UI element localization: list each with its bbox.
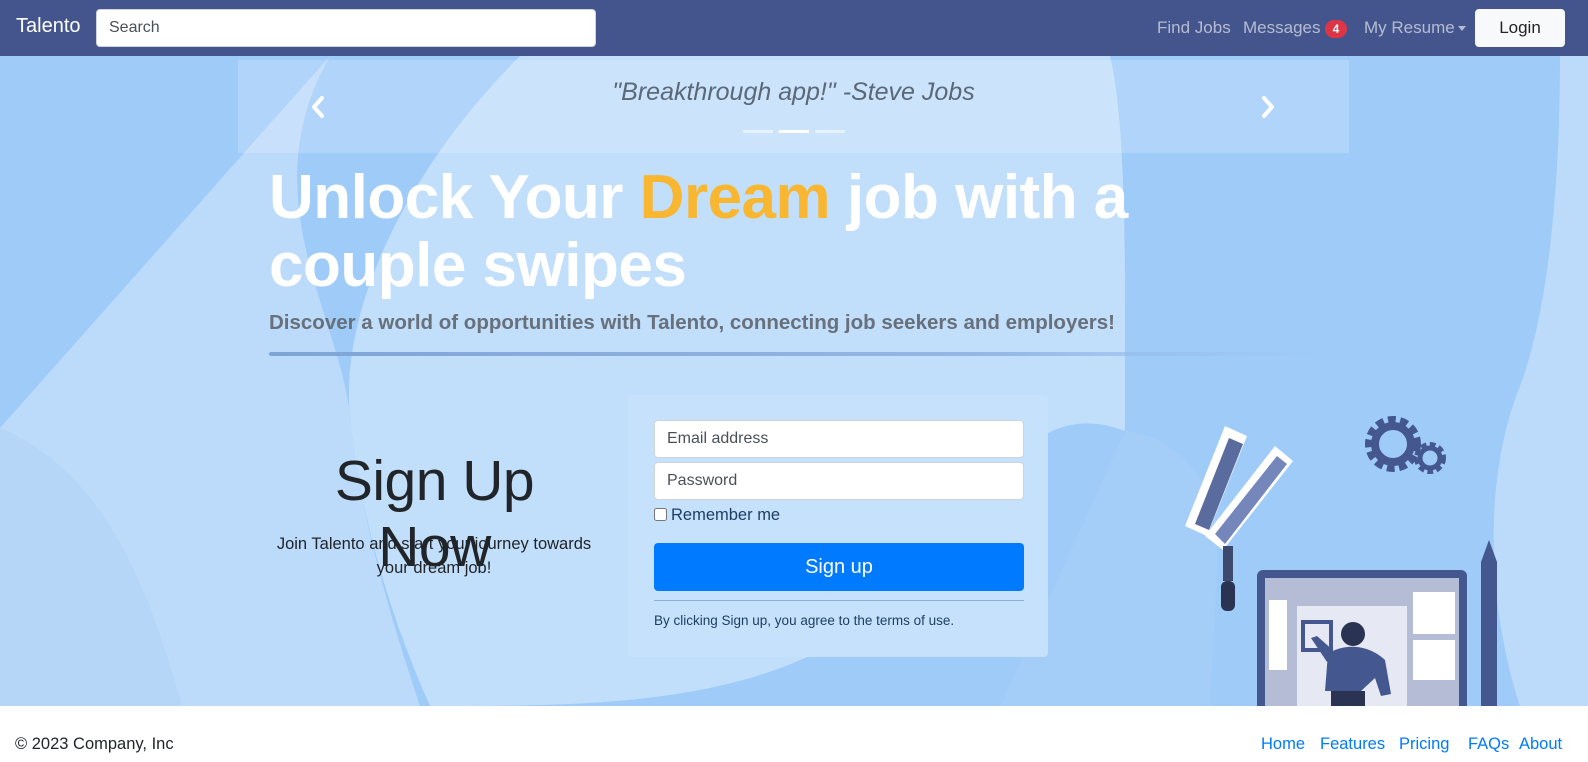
navbar: Talento Find Jobs Messages 4 My Resume L… — [0, 0, 1588, 56]
nav-find-jobs[interactable]: Find Jobs — [1157, 18, 1231, 38]
stylus-icon — [1481, 540, 1497, 562]
brand-logo[interactable]: Talento — [16, 15, 81, 38]
footer-link-about[interactable]: About — [1519, 735, 1562, 754]
signup-form: Remember me Sign up By clicking Sign up,… — [628, 395, 1048, 657]
color-swatch-icon — [1185, 426, 1293, 550]
hero-subheadline: Discover a world of opportunities with T… — [269, 311, 1115, 334]
hero-divider — [269, 352, 1319, 356]
nav-my-resume-dropdown[interactable]: My Resume — [1364, 18, 1466, 38]
testimonial-carousel: "Breakthrough app!" -Steve Jobs — [238, 60, 1349, 153]
footer-link-features[interactable]: Features — [1320, 735, 1385, 754]
carousel-indicator-1[interactable] — [743, 130, 773, 133]
carousel-prev-icon[interactable] — [310, 96, 326, 118]
remember-me-checkbox[interactable] — [654, 508, 667, 521]
email-field[interactable] — [654, 420, 1024, 458]
password-field[interactable] — [654, 462, 1024, 500]
carousel-next-icon[interactable] — [1260, 96, 1276, 118]
form-divider — [654, 600, 1024, 601]
copyright-text: © 2023 Company, Inc — [15, 735, 174, 753]
headline-accent: Dream — [639, 163, 831, 232]
remember-me-label: Remember me — [671, 506, 781, 524]
footer-link-home[interactable]: Home — [1261, 735, 1305, 754]
carousel-indicator-2[interactable] — [779, 130, 809, 133]
footer-link-faqs[interactable]: FAQs — [1468, 735, 1509, 754]
headline-part-1: Unlock Your — [269, 163, 640, 232]
chevron-down-icon — [1457, 26, 1466, 32]
carousel-indicator-3[interactable] — [815, 130, 845, 133]
hero-section: "Breakthrough app!" -Steve Jobs Unlock Y… — [0, 56, 1588, 706]
remember-me[interactable]: Remember me — [654, 506, 780, 525]
signup-description: Join Talento and start your journey towa… — [276, 535, 592, 577]
nav-my-resume-label: My Resume — [1364, 18, 1455, 37]
person-at-computer-illustration — [1185, 416, 1497, 706]
small-gear-icon — [1414, 442, 1446, 474]
hero-headline: Unlock Your Dream job with a couple swip… — [269, 164, 1329, 300]
gear-icon — [1365, 416, 1421, 472]
search-input[interactable] — [96, 9, 596, 47]
messages-count-badge: 4 — [1325, 20, 1347, 38]
nav-messages[interactable]: Messages — [1243, 18, 1320, 38]
terms-text: By clicking Sign up, you agree to the te… — [654, 613, 955, 628]
carousel-quote: "Breakthrough app!" -Steve Jobs — [612, 78, 975, 106]
login-button[interactable]: Login — [1475, 9, 1565, 47]
pen-icon — [1223, 546, 1233, 581]
person-figure — [1341, 622, 1365, 646]
footer-link-pricing[interactable]: Pricing — [1399, 735, 1449, 754]
signup-button[interactable]: Sign up — [654, 543, 1024, 591]
footer: © 2023 Company, Inc Home Features Pricin… — [0, 706, 1588, 762]
